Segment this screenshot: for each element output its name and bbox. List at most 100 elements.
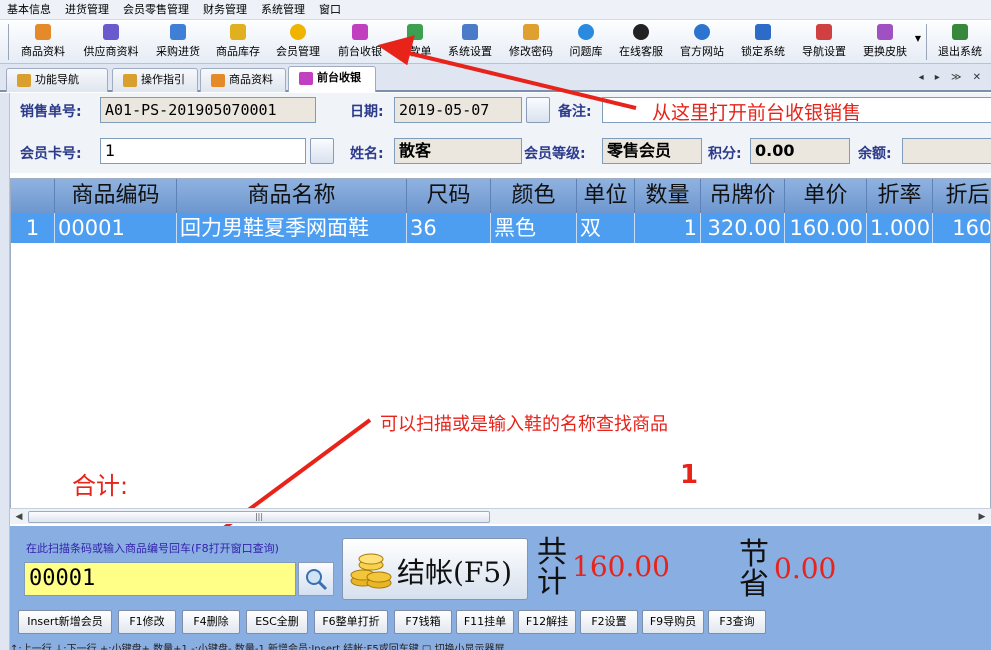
- date-field[interactable]: 2019-05-07: [394, 97, 522, 123]
- menu-finance[interactable]: 财务管理: [196, 0, 254, 20]
- guide-icon: [123, 74, 137, 87]
- annotation-scan-hint: 可以扫描或是输入鞋的名称查找商品: [380, 414, 668, 435]
- tab-navigation-arrows[interactable]: ◂ ▸ ≫ ✕: [919, 72, 985, 83]
- toolbar-supplier-button[interactable]: 供应商资料: [76, 22, 146, 62]
- qq-icon: [633, 24, 649, 40]
- col-header-qty[interactable]: 数量: [635, 179, 701, 213]
- table-row[interactable]: 1 00001 回力男鞋夏季网面鞋 36 黑色 双 1 320.00 160.0…: [11, 213, 990, 243]
- coins-icon: [350, 553, 392, 589]
- toolbar-payment-button[interactable]: 付款单: [392, 22, 438, 62]
- grid-horizontal-scrollbar[interactable]: ◀ ||| ▶: [10, 508, 991, 524]
- toolbar-exit-button[interactable]: 退出系统: [932, 22, 988, 62]
- cell-qty[interactable]: 1: [635, 213, 701, 243]
- total-label: 合计:: [72, 472, 129, 500]
- col-header-code[interactable]: 商品编码: [55, 179, 177, 213]
- col-header-size[interactable]: 尺码: [407, 179, 491, 213]
- annotation-open-cashier: 从这里打开前台收银销售: [652, 102, 862, 124]
- barcode-search-button[interactable]: [298, 562, 334, 596]
- calendar-icon[interactable]: [526, 97, 550, 123]
- col-header-unit-price[interactable]: 单价: [785, 179, 867, 213]
- cell-unit[interactable]: 双: [577, 213, 635, 243]
- barcode-hint: 在此扫描条码或输入商品编号回车(F8打开窗口查询): [26, 542, 279, 555]
- toolbar-settings-button[interactable]: 系统设置: [442, 22, 498, 62]
- payment-icon: [407, 24, 423, 40]
- menu-system[interactable]: 系统管理: [254, 0, 312, 20]
- f1-edit-button[interactable]: F1修改: [118, 610, 176, 634]
- saved-amount-value: 0.00: [774, 552, 837, 585]
- cashier-icon: [352, 24, 368, 40]
- col-header-color[interactable]: 颜色: [491, 179, 577, 213]
- f9-salesperson-button[interactable]: F9导购员: [642, 610, 704, 634]
- add-member-icon[interactable]: [310, 138, 334, 164]
- col-header-after-discount[interactable]: 折后: [933, 179, 990, 213]
- goods-icon: [35, 24, 51, 40]
- date-label: 日期:: [350, 104, 384, 120]
- toolbar-lock-button[interactable]: 锁定系统: [735, 22, 791, 62]
- toolbar-separator: [926, 24, 927, 60]
- toolbar-nav-button[interactable]: 导航设置: [796, 22, 852, 62]
- tab-guide[interactable]: 操作指引: [112, 68, 198, 92]
- cell-index: 1: [11, 213, 55, 243]
- lock-icon: [755, 24, 771, 40]
- f12-resume-order-button[interactable]: F12解挂: [518, 610, 576, 634]
- checkout-button[interactable]: 结帐(F5): [342, 538, 528, 600]
- f3-query-button[interactable]: F3查询: [708, 610, 766, 634]
- scroll-right-icon[interactable]: ▶: [975, 510, 989, 524]
- cell-after-discount[interactable]: 160.: [933, 213, 990, 243]
- toolbar: 商品资料 供应商资料 采购进货 商品库存 会员管理 前台收银 付款单 系统设置 …: [0, 20, 991, 64]
- esc-clear-all-button[interactable]: ESC全删: [246, 610, 308, 634]
- order-no-field: A01-PS-201905070001: [100, 97, 316, 123]
- scrollbar-thumb[interactable]: |||: [28, 511, 490, 523]
- f7-cash-drawer-button[interactable]: F7钱箱: [394, 610, 452, 634]
- member-card-label: 会员卡号:: [20, 146, 82, 162]
- menu-basic-info[interactable]: 基本信息: [0, 0, 58, 20]
- col-header-unit[interactable]: 单位: [577, 179, 635, 213]
- f2-settings-button[interactable]: F2设置: [580, 610, 638, 634]
- cell-unit-price[interactable]: 160.00: [785, 213, 867, 243]
- toolbar-support-button[interactable]: 在线客服: [613, 22, 669, 62]
- sale-items-grid: 商品编码 商品名称 尺码 颜色 单位 数量 吊牌价 单价 折率 折后 1 000…: [10, 178, 991, 524]
- tab-goods[interactable]: 商品资料: [200, 68, 286, 92]
- toolbar-skin-button[interactable]: 更换皮肤: [857, 22, 913, 62]
- tab-function-nav[interactable]: 功能导航: [6, 68, 108, 92]
- toolbar-password-button[interactable]: 修改密码: [503, 22, 559, 62]
- cell-size[interactable]: 36: [407, 213, 491, 243]
- checkout-label: 结帐(F5): [397, 556, 513, 589]
- toolbar-goods-button[interactable]: 商品资料: [14, 22, 72, 62]
- points-label: 积分:: [708, 146, 742, 162]
- toolbar-cashier-button[interactable]: 前台收银: [332, 22, 388, 62]
- nav-icon: [17, 74, 31, 87]
- scroll-left-icon[interactable]: ◀: [12, 510, 26, 524]
- total-amount-value: 160.00: [572, 550, 670, 583]
- cell-name[interactable]: 回力男鞋夏季网面鞋: [177, 213, 407, 243]
- f11-hold-order-button[interactable]: F11挂单: [456, 610, 514, 634]
- cell-discount[interactable]: 1.000: [867, 213, 933, 243]
- col-header-tag-price[interactable]: 吊牌价: [701, 179, 785, 213]
- menu-window[interactable]: 窗口: [312, 0, 348, 20]
- cell-tag-price[interactable]: 320.00: [701, 213, 785, 243]
- cell-color[interactable]: 黑色: [491, 213, 577, 243]
- balance-field: [902, 138, 991, 164]
- skin-icon: [877, 24, 893, 40]
- toolbar-purchase-button[interactable]: 采购进货: [150, 22, 206, 62]
- toolbar-grip: [8, 24, 9, 60]
- col-header-name[interactable]: 商品名称: [177, 179, 407, 213]
- menu-purchase[interactable]: 进货管理: [58, 0, 116, 20]
- member-card-input[interactable]: 1: [100, 138, 306, 164]
- toolbar-website-button[interactable]: 官方网站: [674, 22, 730, 62]
- cashier-icon: [299, 72, 313, 85]
- toolbar-stock-button[interactable]: 商品库存: [210, 22, 266, 62]
- f6-order-discount-button[interactable]: F6整单打折: [314, 610, 388, 634]
- barcode-input[interactable]: 00001: [24, 562, 296, 596]
- f4-delete-button[interactable]: F4删除: [182, 610, 240, 634]
- col-header-discount[interactable]: 折率: [867, 179, 933, 213]
- insert-new-member-button[interactable]: Insert新增会员: [18, 610, 112, 634]
- nav-icon: [816, 24, 832, 40]
- toolbar-question-button[interactable]: 问题库: [563, 22, 609, 62]
- cell-code[interactable]: 00001: [55, 213, 177, 243]
- question-icon: [578, 24, 594, 40]
- toolbar-member-button[interactable]: 会员管理: [270, 22, 326, 62]
- globe-icon: [694, 24, 710, 40]
- tab-cashier[interactable]: 前台收银: [288, 66, 376, 92]
- menu-member-retail[interactable]: 会员零售管理: [116, 0, 196, 20]
